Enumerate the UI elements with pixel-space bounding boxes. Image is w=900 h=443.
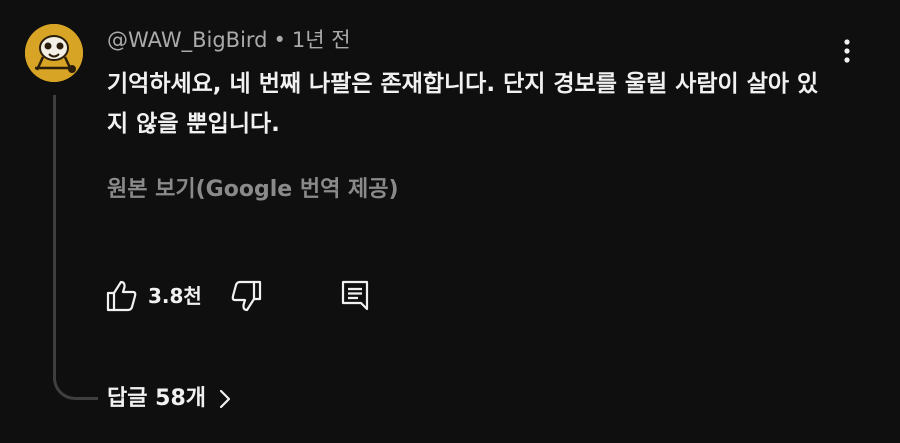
view-replies-button[interactable]: 답글 58개 xyxy=(107,382,232,416)
author-name[interactable]: @WAW_BigBird xyxy=(107,28,268,52)
reply-comment-icon xyxy=(341,280,369,311)
chevron-right-icon xyxy=(219,389,231,409)
author-avatar[interactable] xyxy=(25,24,83,82)
reply-button[interactable] xyxy=(338,278,374,314)
comment-thread: @WAW_BigBird • 1년 전 기억하세요, 네 번째 나팔은 존재합니다.… xyxy=(0,0,900,443)
dislike-button[interactable] xyxy=(228,278,264,314)
comment-time[interactable]: 1년 전 xyxy=(292,28,351,52)
header-separator: • xyxy=(273,28,286,52)
translation-toggle-link[interactable]: 원본 보기(Google 번역 제공) xyxy=(107,172,399,208)
comment-text: 기억하세요, 네 번째 나팔은 존재합니다. 단지 경보를 울릴 사람이 살아 … xyxy=(107,71,819,137)
like-button[interactable] xyxy=(104,278,140,314)
thumbs-up-icon xyxy=(106,280,137,312)
thumbs-down-icon xyxy=(231,280,262,312)
like-count: 3.8천 xyxy=(148,284,202,308)
comment-header: @WAW_BigBird • 1년 전 xyxy=(107,26,351,54)
more-vertical-icon xyxy=(844,39,850,63)
bird-avatar-icon xyxy=(25,24,83,82)
replies-label: 답글 58개 xyxy=(107,386,206,411)
more-actions-button[interactable] xyxy=(832,36,862,66)
thread-connector-line xyxy=(53,95,98,400)
